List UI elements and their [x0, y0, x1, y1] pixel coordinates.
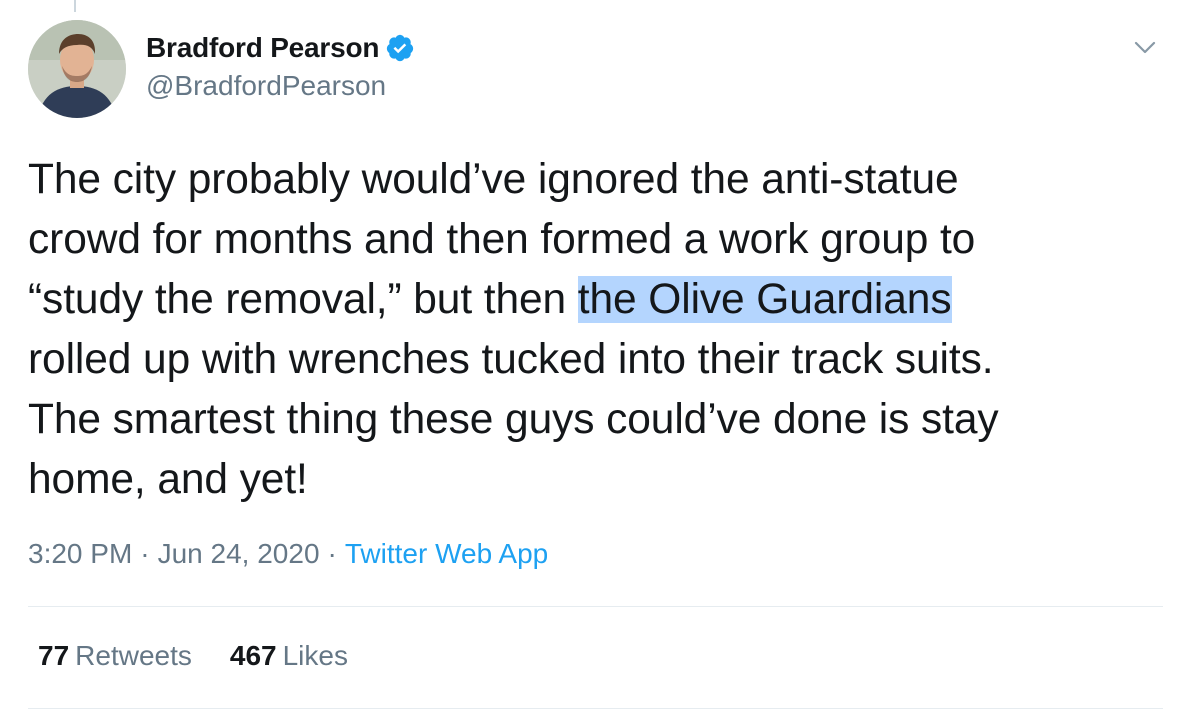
tweet-line: crowd for months and then formed a work …	[28, 210, 1168, 270]
tweet-time[interactable]: 3:20 PM	[28, 538, 132, 569]
retweets-stat[interactable]: 77 Retweets	[38, 640, 192, 672]
avatar-image	[28, 20, 126, 118]
display-name[interactable]: Bradford Pearson	[146, 32, 379, 64]
tweet-text-segment: crowd for months and then formed a work …	[28, 216, 976, 263]
selected-text-highlight[interactable]: the Olive Guardians	[577, 276, 952, 323]
tweet-line: The smartest thing these guys could’ve d…	[28, 390, 1168, 450]
meta-separator: ·	[140, 538, 150, 569]
handle[interactable]: @BradfordPearson	[146, 70, 415, 102]
tweet-text-segment: rolled up with wrenches tucked into thei…	[28, 336, 994, 383]
tweet-text: The city probably would’ve ignored the a…	[28, 150, 1168, 510]
tweet-text-segment: The city probably would’ve ignored the a…	[28, 156, 959, 203]
avatar[interactable]	[28, 20, 126, 118]
tweet-line: rolled up with wrenches tucked into thei…	[28, 330, 1168, 390]
likes-count: 467	[229, 640, 277, 671]
tweet-meta: 3:20 PM · Jun 24, 2020 · Twitter Web App	[28, 538, 548, 570]
tweet-date[interactable]: Jun 24, 2020	[158, 538, 320, 569]
retweets-count: 77	[38, 640, 70, 671]
tweet-line: home, and yet!	[28, 450, 1168, 510]
likes-label: Likes	[282, 640, 348, 671]
tweet-text-segment: home, and yet!	[28, 456, 308, 503]
tweet-header: Bradford Pearson @BradfordPearson	[28, 20, 1168, 120]
tweet-line: “study the removal,” but then the Olive …	[28, 270, 1168, 330]
retweets-label: Retweets	[75, 640, 192, 671]
divider	[28, 708, 1163, 709]
chevron-down-icon[interactable]	[1132, 34, 1158, 60]
tweet-stats: 77 Retweets 467 Likes	[38, 640, 386, 672]
divider	[28, 606, 1163, 607]
meta-separator: ·	[327, 538, 337, 569]
tweet-text-segment: The smartest thing these guys could’ve d…	[28, 396, 999, 443]
display-name-row: Bradford Pearson	[146, 30, 415, 66]
tweet-line: The city probably would’ve ignored the a…	[28, 150, 1168, 210]
likes-stat[interactable]: 467 Likes	[230, 640, 348, 672]
tweet-text-segment: “study the removal,” but then	[28, 276, 578, 323]
tweet-source-link[interactable]: Twitter Web App	[345, 538, 548, 569]
author-names: Bradford Pearson @BradfordPearson	[146, 30, 415, 102]
verified-badge-icon	[385, 33, 415, 63]
thread-connector-line	[74, 0, 76, 12]
